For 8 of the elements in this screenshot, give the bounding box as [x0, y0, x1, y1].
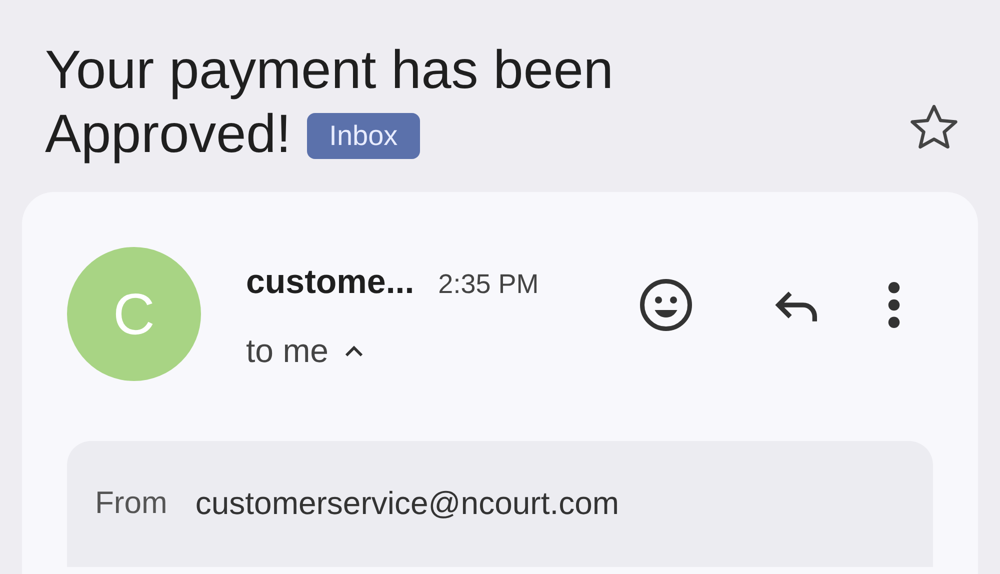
recipient-toggle[interactable]: to me [246, 326, 367, 376]
label-badge[interactable]: Inbox [307, 113, 420, 159]
message-time: 2:35 PM [438, 268, 539, 301]
detail-value: customerservice@ncourt.com [195, 484, 620, 523]
email-subject: Your payment has been [45, 39, 614, 102]
detail-label: From [95, 484, 168, 522]
sender-name: custome... [246, 262, 414, 303]
email-subject: Approved! [45, 103, 292, 166]
